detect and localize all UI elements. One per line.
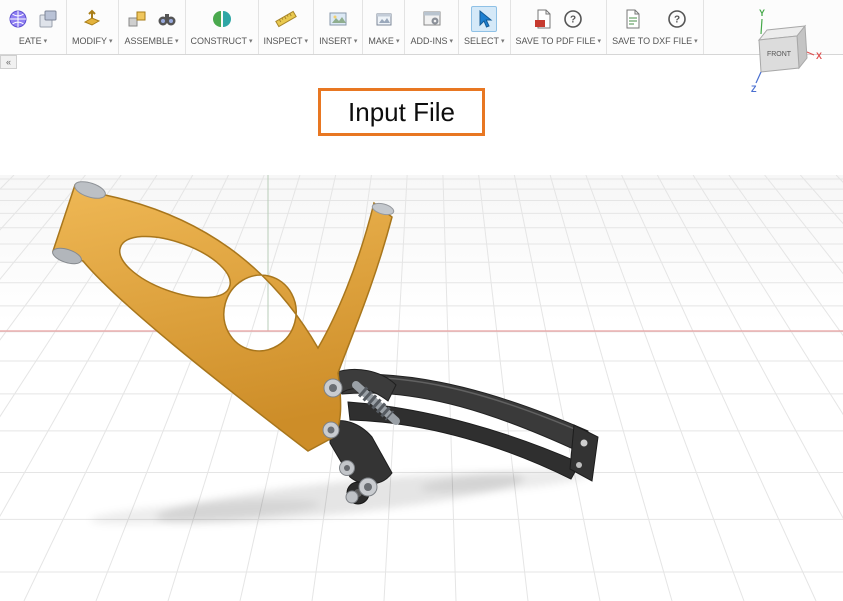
chevron-down-icon: ▾ <box>305 37 309 45</box>
toolbar-group-add-ins[interactable]: ADD-INS ▾ <box>405 0 459 54</box>
toolbar-label-construct[interactable]: CONSTRUCT ▾ <box>191 36 253 46</box>
chevron-down-icon: ▾ <box>694 37 698 45</box>
toolbar-label-create[interactable]: EATE ▾ <box>19 36 47 46</box>
new-component-icon[interactable] <box>124 6 150 32</box>
view-cube[interactable]: Y FRONT X Z <box>749 6 827 94</box>
toolbar-label-modify[interactable]: MODIFY ▾ <box>72 36 113 46</box>
view-cube-front-label: FRONT <box>767 51 792 58</box>
modify-icons <box>79 5 105 33</box>
save-pdf-icons: ? <box>530 5 586 33</box>
chevron-down-icon: ▾ <box>249 37 253 45</box>
add-ins-gear-window-icon[interactable] <box>419 6 445 32</box>
insert-image-icon[interactable] <box>325 6 351 32</box>
chevron-down-icon: ▾ <box>501 37 505 45</box>
toolbar-group-inspect[interactable]: INSPECT ▾ <box>259 0 315 54</box>
toolbar-label-save-to-pdf[interactable]: SAVE TO PDF FILE ▾ <box>516 36 602 46</box>
toolbar-label-save-to-dxf-text: SAVE TO DXF FILE <box>612 36 692 46</box>
construction-plane-icon[interactable] <box>209 6 235 32</box>
axis-z-line <box>756 72 761 83</box>
toolbar-group-select[interactable]: SELECT ▾ <box>459 0 511 54</box>
chevron-down-icon: ▾ <box>396 37 400 45</box>
model-viewport[interactable] <box>0 175 843 601</box>
dxf-document-icon[interactable] <box>620 6 646 32</box>
svg-text:?: ? <box>570 15 576 26</box>
construct-icons <box>209 5 235 33</box>
toolbar-label-add-ins-text: ADD-INS <box>410 36 447 46</box>
toolbar-label-insert[interactable]: INSERT ▾ <box>319 36 357 46</box>
toolbar-label-make-text: MAKE <box>368 36 394 46</box>
axis-x-label: X <box>816 51 822 61</box>
make-3d-print-icon[interactable] <box>371 6 397 32</box>
toolbar-label-insert-text: INSERT <box>319 36 352 46</box>
add-ins-icons <box>419 5 445 33</box>
save-dxf-icons: ? <box>620 5 690 33</box>
toolbar-label-modify-text: MODIFY <box>72 36 107 46</box>
toolbar-label-create-text: EATE <box>19 36 42 46</box>
cad-application-window: EATE ▾ MODIFY ▾ <box>0 0 843 601</box>
toolbar-label-save-to-pdf-text: SAVE TO PDF FILE <box>516 36 596 46</box>
frame-body[interactable] <box>53 185 392 451</box>
pdf-document-icon[interactable] <box>530 6 556 32</box>
toolbar-label-inspect[interactable]: INSPECT ▾ <box>264 36 309 46</box>
input-file-label: Input File <box>348 97 455 128</box>
chevron-down-icon: ▾ <box>175 37 179 45</box>
select-icons <box>471 5 497 33</box>
create-icons <box>5 5 61 33</box>
toolbar-group-save-to-pdf[interactable]: ? SAVE TO PDF FILE ▾ <box>511 0 608 54</box>
toolbar-label-make[interactable]: MAKE ▾ <box>368 36 399 46</box>
chevron-down-icon: ▾ <box>354 37 358 45</box>
toolbar-group-create[interactable]: EATE ▾ <box>0 0 67 54</box>
chevron-down-icon: ▾ <box>449 37 453 45</box>
toolbar: EATE ▾ MODIFY ▾ <box>0 0 843 55</box>
insert-icons <box>325 5 351 33</box>
axis-x-line <box>807 52 814 55</box>
front-triangle-frame[interactable] <box>51 178 395 451</box>
toolbar-group-insert[interactable]: INSERT ▾ <box>314 0 363 54</box>
chevron-down-icon: ▾ <box>44 37 48 45</box>
toolbar-group-make[interactable]: MAKE ▾ <box>363 0 405 54</box>
toolbar-label-assemble[interactable]: ASSEMBLE ▾ <box>124 36 178 46</box>
make-icons <box>371 5 397 33</box>
inspect-icons <box>273 5 299 33</box>
help-icon[interactable]: ? <box>560 6 586 32</box>
axis-y-line <box>761 19 762 34</box>
toolbar-group-assemble[interactable]: ASSEMBLE ▾ <box>119 0 186 54</box>
toolbar-label-construct-text: CONSTRUCT <box>191 36 248 46</box>
interference-binoculars-icon[interactable] <box>154 6 180 32</box>
svg-text:?: ? <box>674 15 680 26</box>
axis-y-label: Y <box>759 8 765 18</box>
toolbar-label-select[interactable]: SELECT ▾ <box>464 36 505 46</box>
toolbar-label-inspect-text: INSPECT <box>264 36 303 46</box>
create-primitive-icon[interactable] <box>5 6 31 32</box>
press-pull-icon[interactable] <box>79 6 105 32</box>
ground-shadow <box>90 463 591 534</box>
measure-ruler-icon[interactable] <box>273 6 299 32</box>
assemble-icons <box>124 5 180 33</box>
dropout-bolt <box>576 462 582 468</box>
toolbar-label-select-text: SELECT <box>464 36 499 46</box>
create-sketch-icon[interactable] <box>35 6 61 32</box>
chevron-down-icon: ▾ <box>598 37 602 45</box>
chevron-down-icon: ▾ <box>109 37 113 45</box>
toolbar-group-modify[interactable]: MODIFY ▾ <box>67 0 119 54</box>
toolbar-label-add-ins[interactable]: ADD-INS ▾ <box>410 36 453 46</box>
dropout-bolt <box>581 440 588 447</box>
panel-collapse-button[interactable]: « <box>0 55 17 69</box>
input-file-callout: Input File <box>318 88 485 136</box>
toolbar-group-construct[interactable]: CONSTRUCT ▾ <box>186 0 259 54</box>
axis-z-label: Z <box>751 84 757 94</box>
toolbar-group-save-to-dxf[interactable]: ? SAVE TO DXF FILE ▾ <box>607 0 704 54</box>
help-icon[interactable]: ? <box>664 6 690 32</box>
toolbar-label-assemble-text: ASSEMBLE <box>124 36 173 46</box>
toolbar-label-save-to-dxf[interactable]: SAVE TO DXF FILE ▾ <box>612 36 698 46</box>
select-cursor-icon[interactable] <box>471 6 497 32</box>
bike-frame-model[interactable] <box>0 175 843 601</box>
